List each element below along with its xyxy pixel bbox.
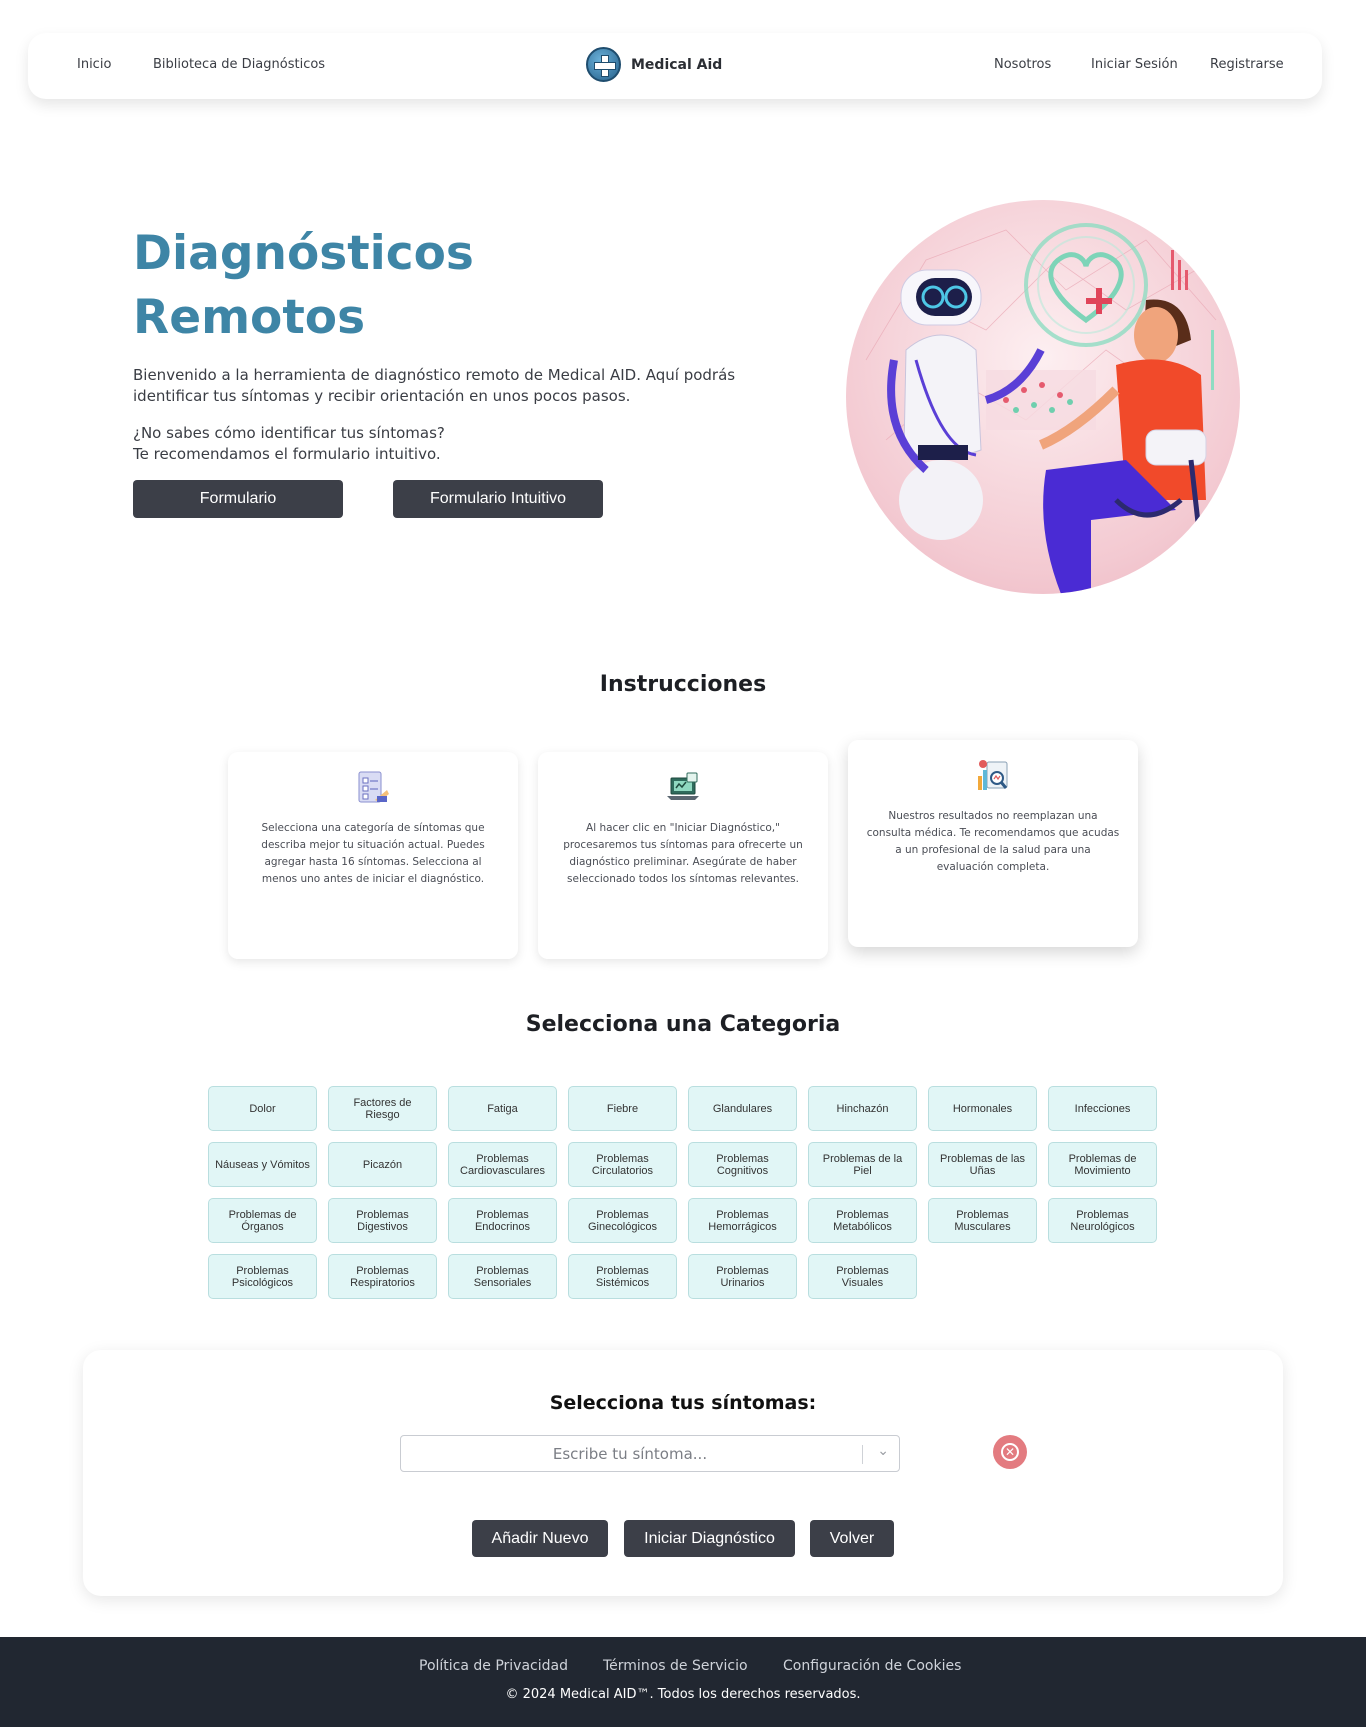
report-search-icon <box>975 758 1011 794</box>
category-button[interactable]: Factores de Riesgo <box>328 1086 437 1131</box>
back-button[interactable]: Volver <box>810 1520 894 1557</box>
category-button[interactable]: Problemas Musculares <box>928 1198 1037 1243</box>
hero-intro: Bienvenido a la herramienta de diagnósti… <box>133 366 736 405</box>
instruction-text: Selecciona una categoría de síntomas que… <box>261 822 485 885</box>
category-button[interactable]: Problemas Cardiovasculares <box>448 1142 557 1187</box>
category-button[interactable]: Problemas Visuales <box>808 1254 917 1299</box>
footer-copyright: © 2024 Medical AID™. Todos los derechos … <box>505 1687 861 1702</box>
category-button[interactable]: Problemas de Órganos <box>208 1198 317 1243</box>
laptop-diagnosis-icon <box>665 770 701 806</box>
hero-title-line2: Remotos <box>133 290 366 345</box>
category-button[interactable]: Problemas Ginecológicos <box>568 1198 677 1243</box>
top-navbar: Inicio Biblioteca de Diagnósticos Medica… <box>28 33 1322 99</box>
category-button[interactable]: Picazón <box>328 1142 437 1187</box>
nav-link-nosotros[interactable]: Nosotros <box>994 57 1051 72</box>
category-button[interactable]: Dolor <box>208 1086 317 1131</box>
category-button[interactable]: Problemas de Movimiento <box>1048 1142 1157 1187</box>
footer-link-cookies[interactable]: Configuración de Cookies <box>783 1658 961 1674</box>
category-button[interactable]: Problemas Endocrinos <box>448 1198 557 1243</box>
category-button[interactable]: Problemas Hemorrágicos <box>688 1198 797 1243</box>
category-button[interactable]: Problemas Sensoriales <box>448 1254 557 1299</box>
intuitive-form-button[interactable]: Formulario Intuitivo <box>393 480 603 518</box>
chevron-down-icon[interactable]: ⌄ <box>877 1443 889 1459</box>
remove-symptom-button[interactable]: ✕ <box>993 1435 1027 1469</box>
category-button[interactable]: Problemas Circulatorios <box>568 1142 677 1187</box>
category-button[interactable]: Problemas Digestivos <box>328 1198 437 1243</box>
checklist-icon <box>355 770 391 806</box>
category-button[interactable]: Fiebre <box>568 1086 677 1131</box>
category-button[interactable]: Náuseas y Vómitos <box>208 1142 317 1187</box>
footer: Política de Privacidad Términos de Servi… <box>0 1637 1366 1727</box>
add-new-button[interactable]: Añadir Nuevo <box>472 1520 608 1557</box>
category-button[interactable]: Problemas Psicológicos <box>208 1254 317 1299</box>
nav-link-biblioteca[interactable]: Biblioteca de Diagnósticos <box>153 57 325 72</box>
symptoms-panel: Selecciona tus síntomas: Escribe tu sínt… <box>83 1350 1283 1596</box>
brand-logo-link[interactable]: Medical Aid <box>586 47 722 82</box>
start-diagnosis-button[interactable]: Iniciar Diagnóstico <box>624 1520 795 1557</box>
nav-link-login[interactable]: Iniciar Sesión <box>1091 57 1178 72</box>
symptom-select[interactable]: Escribe tu síntoma... ⌄ <box>400 1435 900 1472</box>
category-button[interactable]: Problemas de la Piel <box>808 1142 917 1187</box>
category-button[interactable]: Problemas Sistémicos <box>568 1254 677 1299</box>
category-button[interactable]: Infecciones <box>1048 1086 1157 1131</box>
close-circle-icon: ✕ <box>1001 1443 1019 1461</box>
instruction-card: Nuestros resultados no reemplazan una co… <box>848 740 1138 947</box>
hero-question-line2: Te recomendamos el formulario intuitivo. <box>133 445 441 463</box>
brand-name: Medical Aid <box>631 56 723 73</box>
robot-doctor-illustration <box>846 200 1240 594</box>
instruction-text: Nuestros resultados no reemplazan una co… <box>866 810 1120 873</box>
categories-title: Selecciona una Categoria <box>525 1012 841 1037</box>
category-button[interactable]: Problemas Neurológicos <box>1048 1198 1157 1243</box>
symptom-select-placeholder: Escribe tu síntoma... <box>552 1445 708 1463</box>
hero-question: ¿No sabes cómo identificar tus síntomas?… <box>133 423 813 465</box>
category-button[interactable]: Fatiga <box>448 1086 557 1131</box>
category-button[interactable]: Problemas Urinarios <box>688 1254 797 1299</box>
category-button[interactable]: Problemas Cognitivos <box>688 1142 797 1187</box>
category-button[interactable]: Problemas Respiratorios <box>328 1254 437 1299</box>
instruction-text: Al hacer clic en "Iniciar Diagnóstico," … <box>563 822 803 885</box>
hero-title-line1: Diagnósticos <box>133 226 474 281</box>
category-button[interactable]: Hinchazón <box>808 1086 917 1131</box>
category-button[interactable]: Glandulares <box>688 1086 797 1131</box>
instructions-title: Instrucciones <box>599 672 767 697</box>
footer-link-privacy[interactable]: Política de Privacidad <box>419 1658 568 1674</box>
category-button[interactable]: Problemas de las Uñas <box>928 1142 1037 1187</box>
instruction-card: Al hacer clic en "Iniciar Diagnóstico," … <box>538 752 828 959</box>
select-separator <box>862 1445 863 1464</box>
footer-link-terms[interactable]: Términos de Servicio <box>603 1658 748 1674</box>
hero-title: Diagnósticos Remotos <box>133 222 474 350</box>
nav-link-inicio[interactable]: Inicio <box>77 57 111 72</box>
category-button[interactable]: Problemas Metabólicos <box>808 1198 917 1243</box>
hero-question-line1: ¿No sabes cómo identificar tus síntomas? <box>133 424 445 442</box>
nav-link-register[interactable]: Registrarse <box>1210 57 1284 72</box>
form-button[interactable]: Formulario <box>133 480 343 518</box>
medical-cross-logo-icon <box>586 47 621 82</box>
instruction-card: Selecciona una categoría de síntomas que… <box>228 752 518 959</box>
symptoms-title: Selecciona tus síntomas: <box>549 1392 817 1414</box>
category-button[interactable]: Hormonales <box>928 1086 1037 1131</box>
